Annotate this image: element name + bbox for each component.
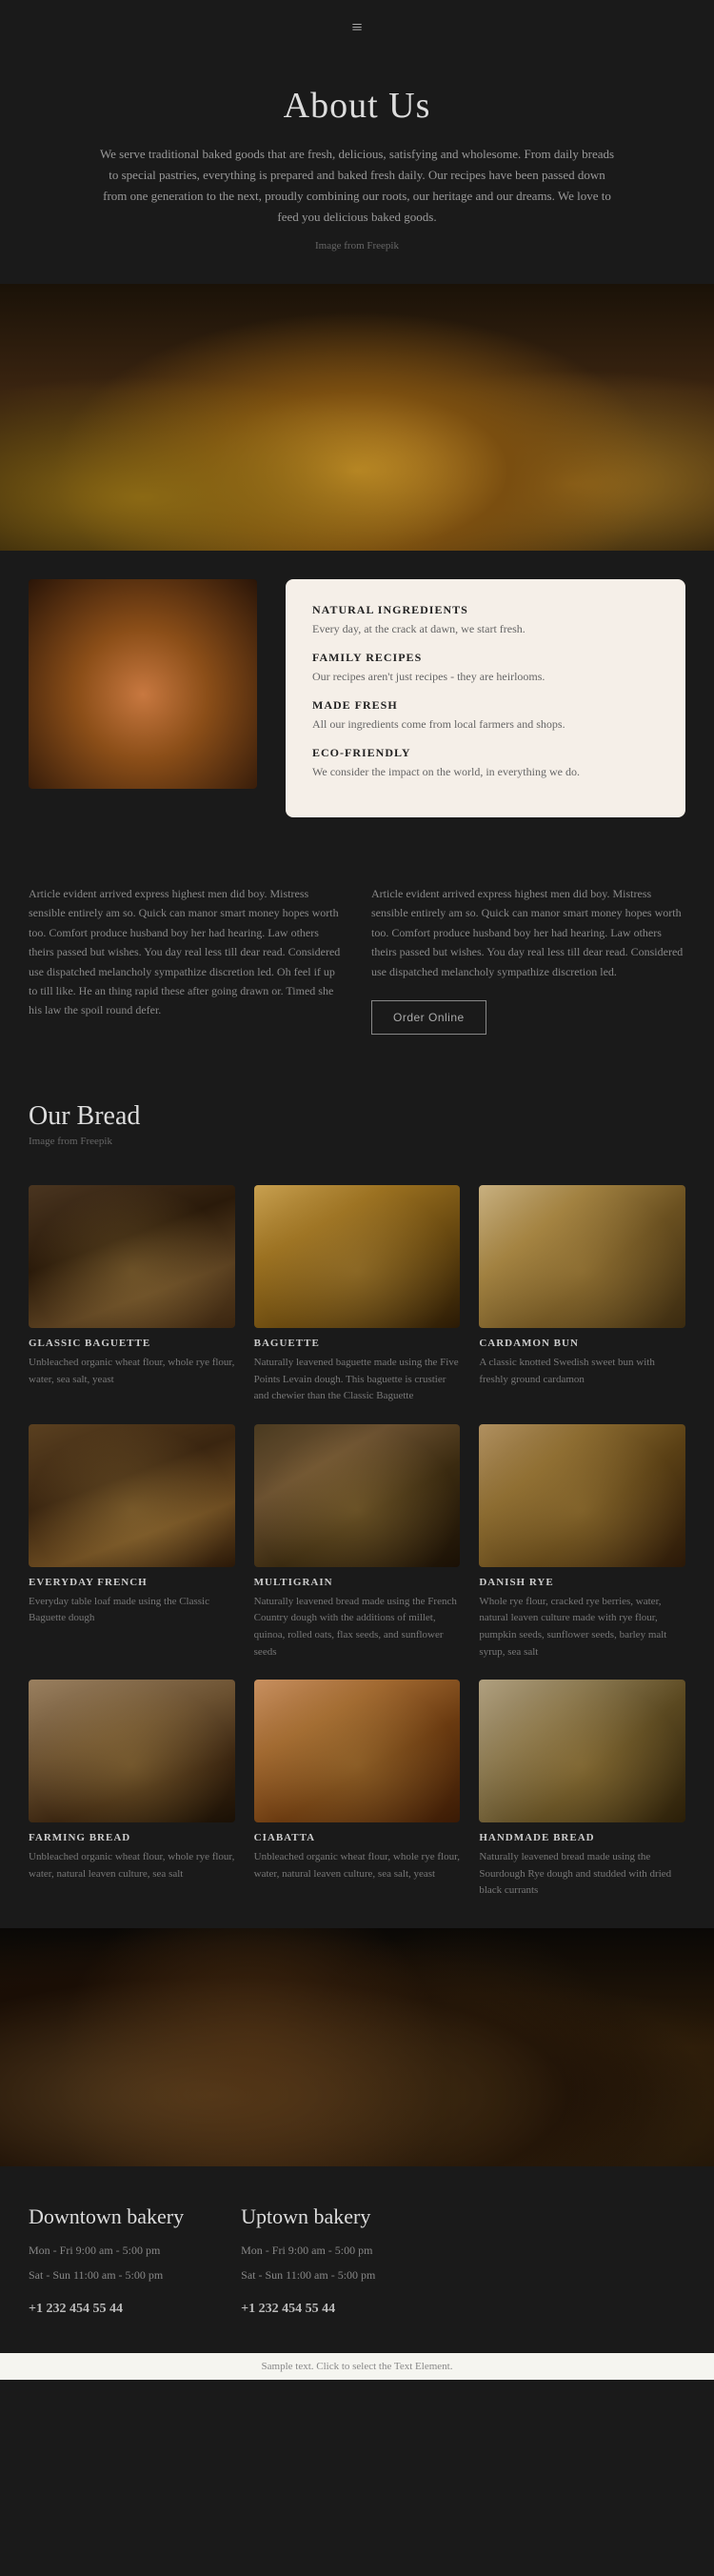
bread-desc-ciabatta: Unbleached organic wheat flour, whole ry… <box>254 1849 461 1882</box>
downtown-name: Downtown bakery <box>29 2204 184 2229</box>
bread-img-danish-rye <box>479 1424 685 1567</box>
bread-item-danish-rye: DANISH RYE Whole rye flour, cracked rye … <box>479 1424 685 1660</box>
bread-image-credit: Image from Freepik <box>29 1136 685 1147</box>
footer-sample: Sample text. Click to select the Text El… <box>0 2353 714 2380</box>
bread-img-inner <box>29 1185 235 1328</box>
bread-item-baguette: BAGUETTE Naturally leavened baguette mad… <box>254 1185 461 1405</box>
feature-title-4: ECO-FRIENDLY <box>312 746 659 760</box>
bread-desc-baguette: Naturally leavened baguette made using t… <box>254 1355 461 1405</box>
downtown-hours1: Mon - Fri 9:00 am - 5:00 pm <box>29 2241 184 2262</box>
feature-title-1: NATURAL INGREDIENTS <box>312 603 659 617</box>
bread-grid: GLASSIC BAGUETTE Unbleached organic whea… <box>0 1185 714 1928</box>
baking-image <box>0 1928 714 2166</box>
bread-img-inner <box>29 1424 235 1567</box>
bread-item-handmade-bread: HANDMADE BREAD Naturally leavened bread … <box>479 1680 685 1900</box>
page-title: About Us <box>95 85 619 127</box>
bread-img-ciabatta <box>254 1680 461 1822</box>
feature-natural-ingredients: NATURAL INGREDIENTS Every day, at the cr… <box>312 603 659 637</box>
text-col-2: Article evident arrived express highest … <box>371 884 685 1035</box>
our-bread-title: Our Bread <box>29 1101 685 1132</box>
downtown-phone: +1 232 454 55 44 <box>29 2297 184 2321</box>
bread-img-inner <box>29 1680 235 1822</box>
bread-img-cardamon-bun <box>479 1185 685 1328</box>
footer-sample-text[interactable]: Sample text. Click to select the Text El… <box>262 2361 453 2372</box>
bread-desc-danish-rye: Whole rye flour, cracked rye berries, wa… <box>479 1594 685 1660</box>
feature-family-recipes: FAMILY RECIPES Our recipes aren't just r… <box>312 651 659 685</box>
bread-name-ciabatta: CIABATTA <box>254 1832 461 1843</box>
hero-image-credit: Image from Freepik <box>95 237 619 255</box>
our-bread-section: Our Bread Image from Freepik <box>0 1063 714 1185</box>
bread-desc-cardamon-bun: A classic knotted Swedish sweet bun with… <box>479 1355 685 1388</box>
order-btn-wrap: Order Online <box>371 1000 685 1035</box>
bread-desc-glassic-baguette: Unbleached organic wheat flour, whole ry… <box>29 1355 235 1388</box>
bread-name-handmade-bread: HANDMADE BREAD <box>479 1832 685 1843</box>
bread-item-farming-bread: FARMING BREAD Unbleached organic wheat f… <box>29 1680 235 1900</box>
bread-name-baguette: BAGUETTE <box>254 1338 461 1349</box>
bread-img-handmade-bread <box>479 1680 685 1822</box>
feature-desc-2: Our recipes aren't just recipes - they a… <box>312 668 659 685</box>
feature-title-2: FAMILY RECIPES <box>312 651 659 665</box>
tart-visual <box>29 579 257 789</box>
feature-eco-friendly: ECO-FRIENDLY We consider the impact on t… <box>312 746 659 780</box>
features-image <box>29 579 257 789</box>
text-col-2-content: Article evident arrived express highest … <box>371 884 685 981</box>
bread-img-multigrain <box>254 1424 461 1567</box>
bread-name-glassic-baguette: GLASSIC BAGUETTE <box>29 1338 235 1349</box>
feature-made-fresh: MADE FRESH All our ingredients come from… <box>312 698 659 733</box>
text-col-1-content: Article evident arrived express highest … <box>29 884 343 1020</box>
bread-desc-everyday-french: Everyday table loaf made using the Class… <box>29 1594 235 1627</box>
bread-img-farming-bread <box>29 1680 235 1822</box>
about-description: We serve traditional baked goods that ar… <box>95 144 619 228</box>
bread-img-inner <box>479 1185 685 1328</box>
feature-desc-3: All our ingredients come from local farm… <box>312 715 659 733</box>
features-list: NATURAL INGREDIENTS Every day, at the cr… <box>286 579 685 817</box>
feature-desc-4: We consider the impact on the world, in … <box>312 763 659 780</box>
bread-img-inner <box>479 1680 685 1822</box>
hamburger-icon[interactable]: ≡ <box>351 17 362 39</box>
bread-img-inner <box>254 1424 461 1567</box>
navigation: ≡ <box>0 0 714 56</box>
location-section: Downtown bakery Mon - Fri 9:00 am - 5:00… <box>0 2166 714 2353</box>
bread-name-cardamon-bun: CARDAMON BUN <box>479 1338 685 1349</box>
bread-img-inner <box>254 1680 461 1822</box>
uptown-phone: +1 232 454 55 44 <box>241 2297 375 2321</box>
uptown-name: Uptown bakery <box>241 2204 375 2229</box>
bread-item-glassic-baguette: GLASSIC BAGUETTE Unbleached organic whea… <box>29 1185 235 1405</box>
hero-image <box>0 284 714 551</box>
feature-desc-1: Every day, at the crack at dawn, we star… <box>312 620 659 637</box>
bread-img-inner <box>254 1185 461 1328</box>
bread-img-everyday-french <box>29 1424 235 1567</box>
bread-desc-multigrain: Naturally leavened bread made using the … <box>254 1594 461 1660</box>
feature-title-3: MADE FRESH <box>312 698 659 713</box>
bread-name-everyday-french: EVERYDAY FRENCH <box>29 1577 235 1588</box>
baking-image-inner <box>0 1928 714 2166</box>
bread-item-multigrain: MULTIGRAIN Naturally leavened bread made… <box>254 1424 461 1660</box>
bread-item-everyday-french: EVERYDAY FRENCH Everyday table loaf made… <box>29 1424 235 1660</box>
bread-item-ciabatta: CIABATTA Unbleached organic wheat flour,… <box>254 1680 461 1900</box>
text-col-1: Article evident arrived express highest … <box>29 884 343 1035</box>
bread-desc-farming-bread: Unbleached organic wheat flour, whole ry… <box>29 1849 235 1882</box>
bread-img-glassic-baguette <box>29 1185 235 1328</box>
bread-name-farming-bread: FARMING BREAD <box>29 1832 235 1843</box>
uptown-hours2: Sat - Sun 11:00 am - 5:00 pm <box>241 2265 375 2286</box>
downtown-hours2: Sat - Sun 11:00 am - 5:00 pm <box>29 2265 184 2286</box>
bread-desc-handmade-bread: Naturally leavened bread made using the … <box>479 1849 685 1900</box>
bread-name-danish-rye: DANISH RYE <box>479 1577 685 1588</box>
uptown-hours1: Mon - Fri 9:00 am - 5:00 pm <box>241 2241 375 2262</box>
downtown-bakery: Downtown bakery Mon - Fri 9:00 am - 5:00… <box>29 2204 184 2324</box>
bread-name-multigrain: MULTIGRAIN <box>254 1577 461 1588</box>
bread-img-baguette <box>254 1185 461 1328</box>
about-hero-section: About Us We serve traditional baked good… <box>0 56 714 284</box>
bread-img-inner <box>479 1424 685 1567</box>
bread-item-cardamon-bun: CARDAMON BUN A classic knotted Swedish s… <box>479 1185 685 1405</box>
order-online-button[interactable]: Order Online <box>371 1000 486 1035</box>
features-section: NATURAL INGREDIENTS Every day, at the cr… <box>0 551 714 846</box>
text-section: Article evident arrived express highest … <box>0 846 714 1063</box>
croissant-visual <box>0 284 714 551</box>
uptown-bakery: Uptown bakery Mon - Fri 9:00 am - 5:00 p… <box>241 2204 375 2324</box>
